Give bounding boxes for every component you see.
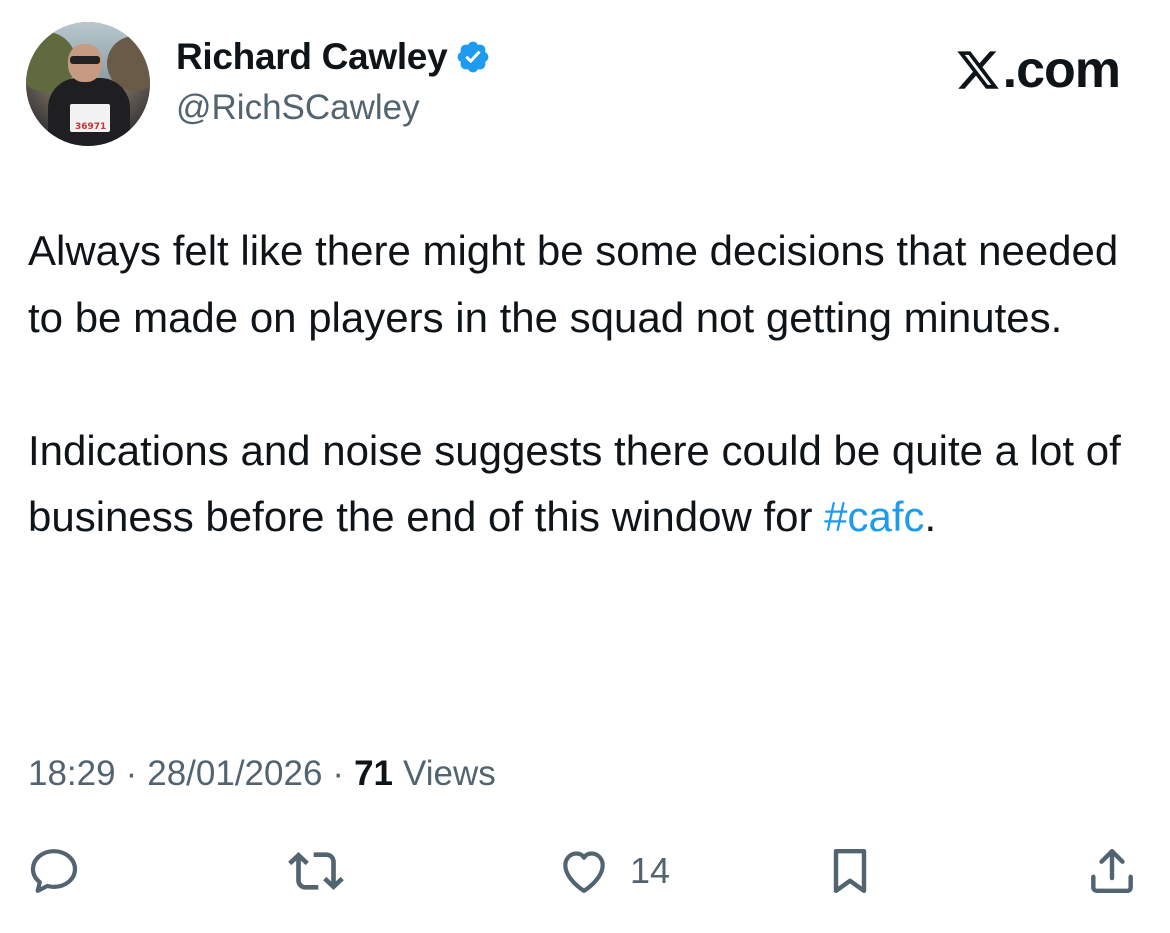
views-count[interactable]: 71	[354, 754, 393, 794]
avatar-bib-number: 36971	[75, 122, 107, 132]
x-brand: .com	[955, 40, 1121, 100]
tweet-paragraph-text: Indications and noise suggests there cou…	[28, 426, 1121, 541]
repost-icon	[288, 852, 344, 890]
author-name-row: Richard Cawley	[176, 36, 491, 78]
tweet-paragraph: Always felt like there might be some dec…	[28, 227, 1119, 341]
repost-button[interactable]	[288, 843, 362, 899]
tweet-body: Always felt like there might be some dec…	[28, 218, 1148, 551]
verified-badge-icon	[457, 41, 489, 73]
x-logo-icon	[957, 51, 999, 89]
tweet-paragraph: Indications and noise suggests there cou…	[28, 418, 1148, 551]
tweet-actions: 14	[0, 843, 1170, 913]
bookmark-button[interactable]	[822, 843, 896, 899]
reply-icon	[30, 849, 78, 893]
hashtag-link[interactable]: #cafc	[824, 493, 924, 540]
like-count: 14	[630, 850, 671, 891]
meta-separator: ·	[332, 754, 345, 793]
author-display-name[interactable]: Richard Cawley	[176, 36, 448, 78]
tweet-date[interactable]: 28/01/2026	[147, 754, 322, 794]
meta-separator: ·	[125, 754, 138, 793]
avatar[interactable]: 36971	[26, 22, 150, 146]
author-handle[interactable]: @RichSCawley	[176, 88, 420, 128]
tweet-paragraph-end: .	[924, 493, 937, 540]
avatar-glasses	[70, 56, 100, 64]
like-button[interactable]: 14	[556, 843, 670, 899]
heart-icon	[563, 851, 605, 893]
share-icon	[1091, 848, 1133, 894]
x-brand-domain: .com	[1002, 41, 1121, 99]
reply-button[interactable]	[26, 843, 100, 899]
tweet-time[interactable]: 18:29	[28, 754, 116, 794]
views-label[interactable]: Views	[403, 754, 496, 794]
bookmark-icon	[833, 848, 867, 894]
tweet-meta: 18:29 · 28/01/2026 · 71 Views	[28, 754, 496, 794]
share-button[interactable]	[1084, 843, 1158, 899]
